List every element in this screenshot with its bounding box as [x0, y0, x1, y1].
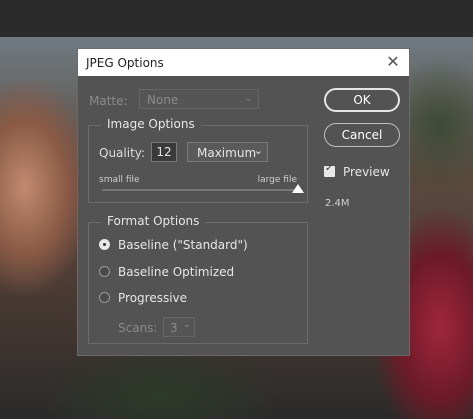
scans-select: 3 ⌄	[163, 317, 195, 337]
scans-select-value: 3	[170, 321, 178, 335]
image-options-title: Image Options	[101, 117, 201, 131]
matte-label: Matte:	[89, 94, 128, 108]
radio-label: Baseline Optimized	[118, 265, 235, 279]
dialog-title-bar[interactable]: JPEG Options ✕	[78, 49, 409, 76]
radio-button[interactable]	[99, 266, 110, 277]
quality-slider[interactable]	[102, 184, 304, 193]
quality-preset-value: Maximum	[197, 146, 257, 160]
radio-label: Progressive	[118, 291, 188, 305]
close-icon[interactable]: ✕	[383, 52, 403, 72]
radio-button[interactable]	[99, 292, 110, 303]
checkmark-icon: ✓	[325, 163, 334, 174]
dialog-title: JPEG Options	[86, 56, 164, 70]
quality-label: Quality:	[99, 146, 146, 160]
image-options-group: Image Options Quality: 12 Maximum ⌄ smal…	[88, 117, 308, 203]
scans-label: Scans:	[118, 321, 158, 335]
chevron-down-icon: ⌄	[253, 144, 263, 157]
format-options-group: Format Options Baseline ("Standard") Bas…	[88, 214, 308, 344]
app-top-bar	[0, 0, 473, 37]
preview-label: Preview	[343, 165, 390, 179]
radio-label: Baseline ("Standard")	[118, 238, 248, 252]
jpeg-options-dialog: JPEG Options ✕ Matte: None ⌄ Image Optio…	[77, 48, 410, 356]
preview-checkbox[interactable]: ✓	[324, 163, 335, 177]
matte-select-value: None	[147, 93, 179, 107]
matte-select: None ⌄	[139, 89, 259, 109]
quality-preset-select[interactable]: Maximum ⌄	[187, 142, 268, 162]
quality-slider-thumb[interactable]	[292, 184, 304, 193]
quality-input[interactable]: 12	[151, 142, 177, 162]
chevron-down-icon: ⌄	[182, 319, 191, 330]
chevron-down-icon: ⌄	[243, 91, 253, 104]
ok-button[interactable]: OK	[324, 88, 400, 112]
format-options-title: Format Options	[101, 214, 206, 228]
radio-button[interactable]	[99, 239, 110, 250]
small-file-label: small file	[99, 175, 140, 185]
file-size-readout: 2.4M	[325, 198, 350, 209]
cancel-button[interactable]: Cancel	[324, 123, 400, 147]
